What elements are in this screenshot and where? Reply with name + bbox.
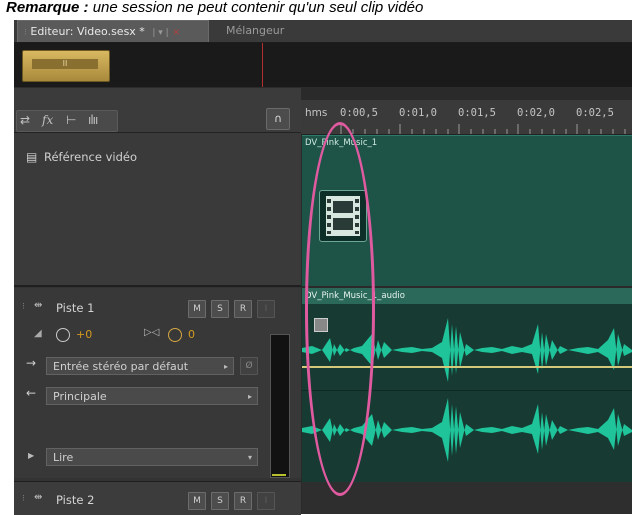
track1-input-dropdown[interactable]: Entrée stéréo par défaut ▸	[46, 357, 234, 375]
track1-monitor-button[interactable]: I	[257, 300, 275, 318]
video-track-label: Référence vidéo	[44, 150, 137, 164]
ruler-label: 0:01,0	[399, 107, 437, 119]
ruler-label: 0:02,5	[576, 107, 614, 119]
highlight-ellipse	[305, 122, 375, 496]
track1-pan-value[interactable]: 0	[188, 328, 195, 341]
track-audio-icon: ⇹	[34, 492, 43, 503]
track-audio-icon: ⇹	[34, 300, 43, 311]
track1-mute-button[interactable]: M	[188, 300, 206, 318]
track1-solo-button[interactable]: S	[211, 300, 229, 318]
chevron-right-icon: ▸	[247, 392, 252, 401]
track1-phase-button[interactable]: Ø	[240, 357, 258, 375]
tab-mixer-label: Mélangeur	[226, 24, 285, 37]
headphone-icon: ∩	[273, 112, 283, 125]
track2-record-button[interactable]: R	[234, 492, 252, 510]
overview-zoom-handle[interactable]: II	[32, 59, 98, 69]
grip-icon: ⁝	[24, 28, 27, 38]
track1-output-dropdown[interactable]: Principale ▸	[46, 387, 258, 405]
pan-icon: ▷◁	[144, 327, 160, 338]
close-icon[interactable]: ×	[172, 27, 180, 38]
grip-icon: ⁝	[22, 302, 25, 312]
tab-editor-label: Editeur: Video.sesx *	[30, 25, 145, 38]
eq-icon[interactable]: ılıı	[88, 112, 98, 128]
tab-mixer[interactable]: Mélangeur	[220, 20, 290, 42]
track1-automation-dropdown[interactable]: Lire ▾	[46, 448, 258, 466]
track2-mute-button[interactable]: M	[188, 492, 206, 510]
ruler-label: 0:01,5	[458, 107, 496, 119]
track1-level-meter	[270, 334, 290, 478]
ruler-unit: hms	[305, 107, 328, 119]
grip-icon: ⁝	[22, 494, 25, 504]
send-icon[interactable]: ⊢	[66, 112, 76, 128]
input-arrow-icon: →	[26, 356, 37, 370]
track2-monitor-button[interactable]: I	[257, 492, 275, 510]
output-arrow-icon: ←	[26, 386, 37, 400]
chevron-down-icon: ▾	[247, 453, 252, 462]
volume-icon: ◢	[34, 328, 42, 339]
film-icon: ▤	[26, 150, 38, 164]
headphone-button[interactable]: ∩	[266, 108, 290, 130]
fx-icon[interactable]: fx	[42, 112, 53, 128]
track1-pan-knob[interactable]	[168, 328, 182, 342]
track1-volume-knob[interactable]	[56, 328, 70, 342]
ruler-label: 0:02,0	[517, 107, 555, 119]
track2-lane[interactable]	[302, 482, 632, 514]
track1-volume-value[interactable]: +0	[76, 328, 92, 341]
meter-level	[272, 474, 286, 476]
tab-menu-icon[interactable]: | ▾ |	[152, 28, 168, 38]
ruler-label: 0:00,5	[340, 107, 378, 119]
track1-name[interactable]: Piste 1	[56, 301, 94, 315]
caption-text: Remarque : une session ne peut contenir …	[6, 0, 424, 16]
swap-icon[interactable]: ⇄	[20, 112, 30, 128]
overview-playhead	[262, 43, 263, 87]
tab-editor[interactable]: ⁝ Editeur: Video.sesx * | ▾ | ×	[17, 20, 209, 42]
track1-record-button[interactable]: R	[234, 300, 252, 318]
chevron-right-icon: ▸	[223, 362, 228, 371]
track2-name[interactable]: Piste 2	[56, 493, 94, 507]
expand-icon[interactable]: ▶	[28, 451, 34, 460]
track2-solo-button[interactable]: S	[211, 492, 229, 510]
